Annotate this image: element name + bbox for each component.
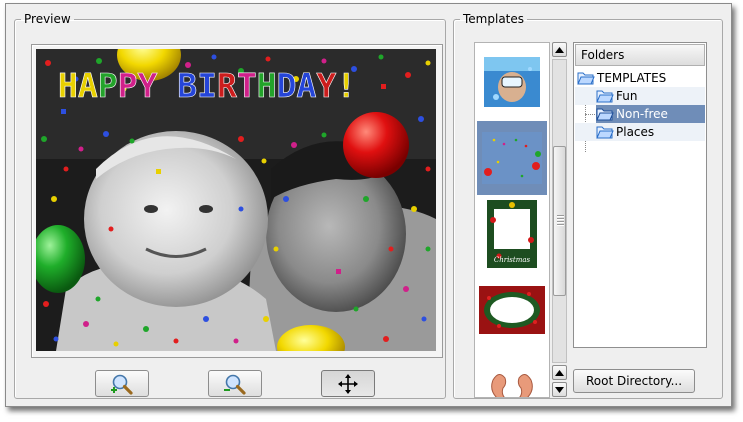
templates-group-title: Templates <box>463 12 525 26</box>
arrow-up-icon <box>555 369 564 376</box>
template-thumbnail-underwater[interactable] <box>477 45 547 119</box>
tree-item-label: Places <box>616 125 655 139</box>
template-thumbnail-ears[interactable] <box>477 349 547 397</box>
zoom-out-button[interactable] <box>208 370 262 397</box>
template-thumbnail-list[interactable]: Christmas <box>474 42 550 398</box>
tree-item-places[interactable]: Places <box>596 123 656 141</box>
move-arrows-icon <box>338 373 358 394</box>
christmas-thumbnail-text: Christmas <box>494 256 531 264</box>
tree-item-templates[interactable]: TEMPLATES <box>577 69 668 87</box>
folder-open-icon <box>596 108 614 121</box>
templates-group: Templates Christmas Folders TEMPLATES Fu… <box>453 12 723 399</box>
zoom-in-button[interactable] <box>95 370 149 397</box>
underwater-diver-thumbnail-image <box>484 57 540 107</box>
folder-open-icon <box>577 72 595 85</box>
scroll-down-button[interactable] <box>552 382 567 397</box>
tree-item-non-free[interactable]: Non-free <box>596 105 705 123</box>
magnifier-minus-icon <box>224 374 246 395</box>
folders-column-header[interactable]: Folders <box>575 44 705 66</box>
tree-row-templates[interactable]: TEMPLATES <box>575 69 705 87</box>
preview-frame: HAPPY BIRTHDAY! <box>31 44 443 358</box>
arrow-up-icon <box>555 46 564 53</box>
template-thumbnail-christmas[interactable]: Christmas <box>477 197 547 271</box>
root-directory-button[interactable]: Root Directory... <box>573 369 695 393</box>
pan-button[interactable] <box>321 370 375 397</box>
scroll-track[interactable] <box>552 59 567 363</box>
tree-item-label: Non-free <box>616 107 668 121</box>
magnifier-plus-icon <box>111 374 133 395</box>
template-scrollbar[interactable] <box>552 42 567 398</box>
tree-row-non-free[interactable]: Non-free <box>575 105 705 123</box>
tree-item-label: Fun <box>616 89 638 103</box>
tree-row-places[interactable]: Places <box>575 123 705 141</box>
tree-row-fun[interactable]: Fun <box>575 87 705 105</box>
scroll-thumb[interactable] <box>553 146 566 296</box>
folder-tree[interactable]: Folders TEMPLATES Fun Non-free Places <box>573 42 707 348</box>
preview-group-title: Preview <box>24 12 71 26</box>
christmas-frame-thumbnail-image: Christmas <box>487 200 537 268</box>
tree-item-fun[interactable]: Fun <box>596 87 639 105</box>
holly-wreath-thumbnail-image <box>479 286 545 334</box>
birthday-photo-image: HAPPY BIRTHDAY! <box>36 49 436 351</box>
tree-item-label: TEMPLATES <box>597 71 667 85</box>
template-thumbnail-holly-wreath[interactable] <box>477 273 547 347</box>
preview-image[interactable]: HAPPY BIRTHDAY! <box>36 49 436 351</box>
folder-open-icon <box>596 90 614 103</box>
ears-thumbnail-image <box>491 374 533 397</box>
photo-template-dialog: Preview HAPPY BIRTHDAY! Templates Christ… <box>5 3 732 407</box>
birthday-caption: HAPPY BIRTHDAY! <box>58 66 356 105</box>
folder-open-icon <box>596 126 614 139</box>
scroll-up-button[interactable] <box>552 42 567 57</box>
preview-group: Preview HAPPY BIRTHDAY! <box>14 12 446 399</box>
template-thumbnail-blue-confetti[interactable] <box>477 121 547 195</box>
scroll-up-lower-button[interactable] <box>552 365 567 380</box>
blue-confetti-thumbnail-image <box>482 132 542 184</box>
arrow-down-icon <box>555 386 564 393</box>
